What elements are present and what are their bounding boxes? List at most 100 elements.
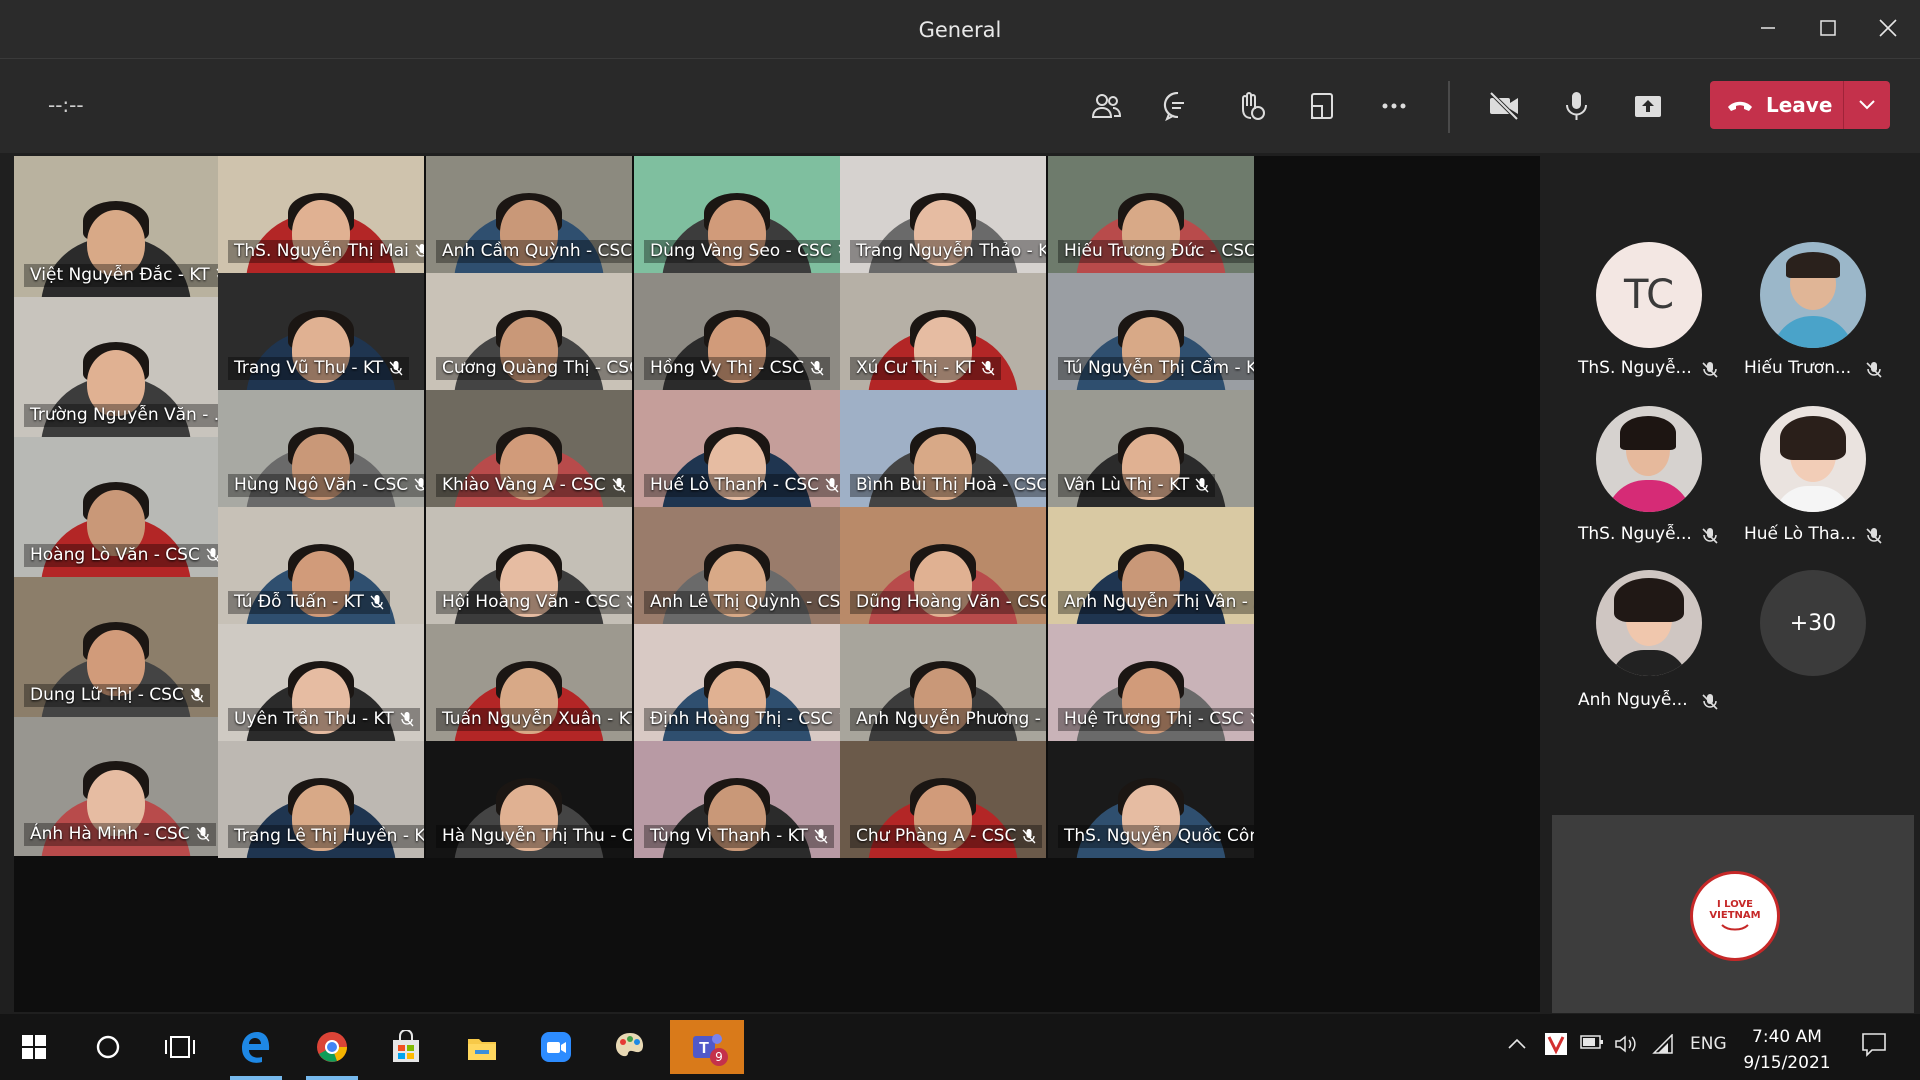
video-tile[interactable]: Anh Cầm Quỳnh - CSC: [426, 156, 632, 273]
video-tile[interactable]: Dùng Vàng Seo - CSC: [634, 156, 840, 273]
video-tile[interactable]: Vân Lù Thị - KT: [1048, 390, 1254, 507]
folder-icon: [468, 1039, 496, 1060]
video-tile[interactable]: Anh Lê Thị Quỳnh - CSC: [634, 507, 840, 624]
participant-avatar[interactable]: TC: [1596, 242, 1702, 348]
zoom-taskbar-button[interactable]: [524, 1020, 588, 1074]
taskbar-clock[interactable]: 7:40 AM 9/15/2021: [1738, 1024, 1836, 1076]
show-hidden-icons-button[interactable]: [1508, 1034, 1526, 1054]
leave-main[interactable]: Leave: [1710, 81, 1843, 129]
video-tile[interactable]: Việt Nguyễn Đắc - KT: [14, 156, 218, 297]
participant-avatar[interactable]: [1760, 406, 1866, 512]
vietkey-tray-button[interactable]: [1544, 1032, 1568, 1061]
room-view-button[interactable]: [1296, 83, 1348, 129]
vietkey-icon: [1545, 1033, 1567, 1055]
leave-button[interactable]: Leave: [1710, 81, 1890, 129]
video-tile[interactable]: Tùng Vì Thanh - KT: [634, 741, 840, 858]
chat-button[interactable]: [1152, 83, 1204, 129]
participant-name-label: Tú Đỗ Tuấn - KT: [228, 591, 390, 614]
mic-off-icon: [1022, 829, 1036, 844]
participant-name-label: Chư Phàng A - CSC: [850, 825, 1043, 848]
video-tile[interactable]: Tú Đỗ Tuấn - KT: [218, 507, 424, 624]
video-tile[interactable]: Hiếu Trương Đức - CSC: [1048, 156, 1254, 273]
leave-label: Leave: [1766, 93, 1833, 117]
clock-date: 9/15/2021: [1743, 1053, 1831, 1073]
battery-tray-button[interactable]: [1580, 1034, 1604, 1055]
video-tile[interactable]: Huệ Trương Thị - CSC: [1048, 624, 1254, 741]
video-tile[interactable]: Anh Nguyễn Thị Vân - ...: [1048, 507, 1254, 624]
video-tile[interactable]: Trang Lê Thị Huyền - KT: [218, 741, 424, 858]
camera-toggle-button[interactable]: [1478, 83, 1530, 129]
participant-name: Dũng Hoàng Văn - CSC: [856, 592, 1046, 612]
mic-off-icon: [370, 595, 384, 610]
more-participants-button[interactable]: +30: [1760, 570, 1866, 676]
start-button[interactable]: [2, 1020, 66, 1074]
action-center-button[interactable]: [1860, 1030, 1888, 1063]
video-tile[interactable]: Khiào Vàng A - CSC: [426, 390, 632, 507]
participant-name: Uyên Trần Thu - KT: [234, 709, 394, 729]
participant-name-label: Tú Nguyễn Thị Cẩm - KT: [1058, 357, 1254, 380]
video-tile[interactable]: Hồng Vy Thị - CSC: [634, 273, 840, 390]
video-tile[interactable]: Trang Vũ Thu - KT: [218, 273, 424, 390]
minimize-button[interactable]: [1746, 10, 1790, 46]
video-tile[interactable]: Cương Quàng Thị - CSC: [426, 273, 632, 390]
more-actions-button[interactable]: [1368, 83, 1420, 129]
mic-toggle-button[interactable]: [1550, 83, 1602, 129]
video-tile[interactable]: Bình Bùi Thị Hoà - CSC: [840, 390, 1046, 507]
participant-avatar[interactable]: [1596, 570, 1702, 676]
input-language-indicator[interactable]: ENG: [1690, 1034, 1727, 1054]
video-tile[interactable]: Xú Cư Thị - KT: [840, 273, 1046, 390]
close-button[interactable]: [1866, 10, 1910, 46]
participant-avatar[interactable]: [1596, 406, 1702, 512]
edge-taskbar-button[interactable]: [224, 1020, 288, 1080]
video-tile[interactable]: Anh Nguyễn Phương - ...: [840, 624, 1046, 741]
meeting-toolbar: --:-- Leave: [0, 59, 1920, 153]
participants-button[interactable]: [1080, 83, 1132, 129]
video-tile[interactable]: Ánh Hà Minh - CSC: [14, 717, 218, 856]
share-screen-button[interactable]: [1622, 83, 1674, 129]
participant-name-label: Khiào Vàng A - CSC: [436, 474, 632, 497]
mic-off-icon: [981, 361, 995, 376]
window-title: General: [918, 18, 1002, 42]
video-tile[interactable]: Định Hoàng Thị - CSC: [634, 624, 840, 741]
video-tile[interactable]: ThS. Nguyễn Quốc Công: [1048, 741, 1254, 858]
participant-name-label: Anh Cầm Quỳnh - CSC: [436, 240, 632, 263]
maximize-button[interactable]: [1806, 10, 1850, 46]
video-tile[interactable]: Tú Nguyễn Thị Cẩm - KT: [1048, 273, 1254, 390]
raise-hand-icon: [1242, 92, 1265, 120]
video-tile[interactable]: Huế Lò Thanh - CSC: [634, 390, 840, 507]
video-tile[interactable]: Uyên Trần Thu - KT: [218, 624, 424, 741]
task-view-button[interactable]: [148, 1020, 212, 1074]
video-tile[interactable]: Trang Nguyễn Thảo - KT: [840, 156, 1046, 273]
self-view: I LOVE VIETNAM: [1552, 815, 1914, 1013]
teams-taskbar-button[interactable]: T 9: [670, 1020, 744, 1074]
leave-options-button[interactable]: [1844, 81, 1890, 129]
participant-name: Hoàng Lò Văn - CSC: [30, 545, 200, 565]
participant-name-label: ThS. Nguyễn Quốc Công: [1058, 825, 1254, 848]
search-button[interactable]: [76, 1020, 140, 1074]
participant-avatar[interactable]: [1760, 242, 1866, 348]
participant-name-label: Định Hoàng Thị - CSC: [644, 708, 840, 731]
participant-name: Hội Hoàng Văn - CSC: [442, 592, 621, 612]
paint-taskbar-button[interactable]: [598, 1020, 662, 1074]
participant-name-label: Huế Lò Thanh - CSC: [644, 474, 840, 497]
participant-name-label: Anh Lê Thị Quỳnh - CSC: [644, 591, 840, 614]
video-tile[interactable]: Trường Nguyễn Văn - ...: [14, 297, 218, 437]
video-tile[interactable]: Dung Lữ Thị - CSC: [14, 577, 218, 717]
reactions-button[interactable]: [1224, 83, 1276, 129]
video-tile[interactable]: Hùng Ngô Văn - CSC: [218, 390, 424, 507]
video-tile[interactable]: Hà Nguyễn Thị Thu - C...: [426, 741, 632, 858]
video-tile[interactable]: Hoàng Lò Văn - CSC: [14, 437, 218, 577]
participant-name-label: Dung Lữ Thị - CSC: [24, 684, 210, 707]
participant-name: Hiếu Trương Đức - CSC: [1064, 241, 1254, 261]
file-explorer-taskbar-button[interactable]: [450, 1020, 514, 1074]
participant-name-label: Hiếu Trương Đức - CSC: [1058, 240, 1254, 263]
store-taskbar-button[interactable]: [374, 1020, 438, 1074]
video-tile[interactable]: Tuấn Nguyễn Xuân - KT: [426, 624, 632, 741]
video-tile[interactable]: Chư Phàng A - CSC: [840, 741, 1046, 858]
network-tray-button[interactable]: [1652, 1033, 1676, 1059]
chrome-taskbar-button[interactable]: [300, 1020, 364, 1080]
volume-tray-button[interactable]: [1614, 1034, 1638, 1059]
video-tile[interactable]: Dũng Hoàng Văn - CSC: [840, 507, 1046, 624]
video-tile[interactable]: ThS. Nguyễn Thị Mai: [218, 156, 424, 273]
video-tile[interactable]: Hội Hoàng Văn - CSC: [426, 507, 632, 624]
